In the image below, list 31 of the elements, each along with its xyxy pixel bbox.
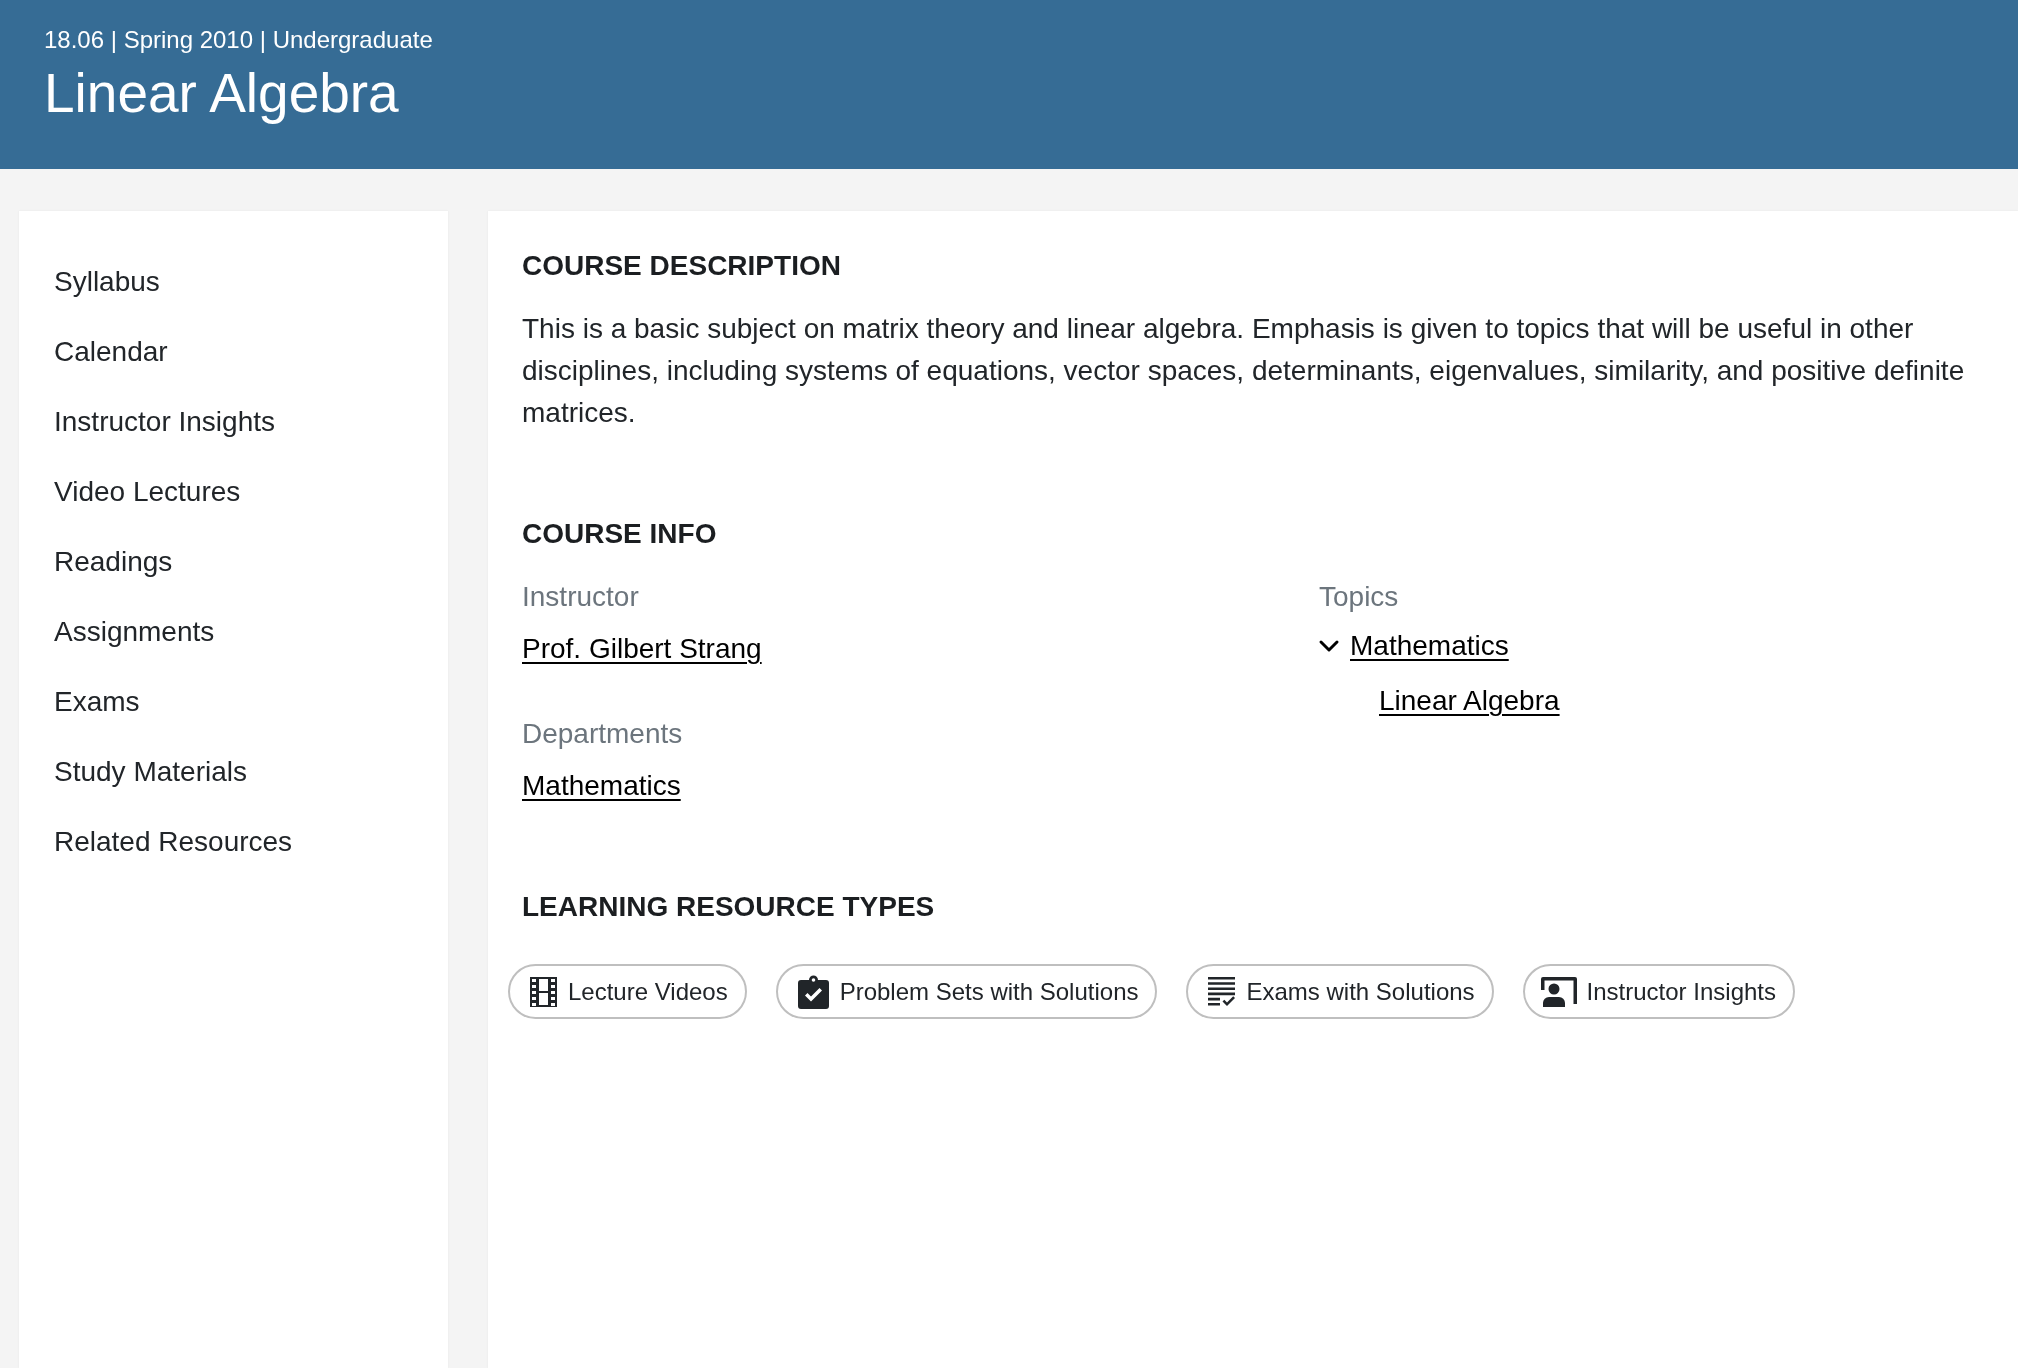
section-heading: COURSE INFO xyxy=(522,517,717,551)
sidebar-link[interactable]: Study Materials xyxy=(54,737,247,807)
person-screen-icon xyxy=(1540,976,1577,1007)
field-label: Departments xyxy=(522,717,683,751)
chevron-down-icon[interactable] xyxy=(1319,640,1339,652)
sidebar-link[interactable]: Assignments xyxy=(54,597,215,667)
course-description: This is a basic subject on matrix theory and linear algebra. Emphasis is given to topics that will be useful in other disciplines, including systems of equations, vector spaces, determinants, eigenvalues, similarity, and positive definite matrices. xyxy=(522,312,1966,430)
sidebar-link[interactable]: Related Resources xyxy=(54,807,293,877)
clipboard-check-icon xyxy=(797,974,829,1009)
resource-type-button[interactable]: Lecture Videos xyxy=(508,964,747,1019)
course-title: Linear Algebra xyxy=(44,61,399,125)
topic-link[interactable]: Mathematics xyxy=(1350,625,1509,667)
film-strip-icon xyxy=(530,976,557,1007)
field-label: Topics xyxy=(1319,580,1399,614)
sidebar-link[interactable]: Exams xyxy=(54,667,140,737)
sidebar-link[interactable]: Syllabus xyxy=(54,247,160,317)
section-heading: COURSE DESCRIPTION xyxy=(522,249,841,283)
course-meta: 18.06 | Spring 2010 | Undergraduate xyxy=(44,26,433,54)
resource-type-button[interactable]: Exams with Solutions xyxy=(1186,964,1494,1019)
section-heading: LEARNING RESOURCE TYPES xyxy=(522,890,935,924)
topic-link[interactable]: Linear Algebra xyxy=(1379,680,1560,722)
sidebar-link[interactable]: Calendar xyxy=(54,317,168,387)
sidebar-link[interactable]: Instructor Insights xyxy=(54,387,275,457)
sidebar-link[interactable]: Video Lectures xyxy=(54,457,241,527)
sidebar-link[interactable]: Readings xyxy=(54,527,173,597)
department-link[interactable]: Mathematics xyxy=(522,765,681,807)
instructor-link[interactable]: Prof. Gilbert Strang xyxy=(522,628,762,670)
field-label: Instructor xyxy=(522,580,639,614)
checklist-icon xyxy=(1208,976,1236,1007)
resource-type-button[interactable]: Problem Sets with Solutions xyxy=(775,964,1158,1019)
resource-type-button[interactable]: Instructor Insights xyxy=(1522,964,1795,1019)
